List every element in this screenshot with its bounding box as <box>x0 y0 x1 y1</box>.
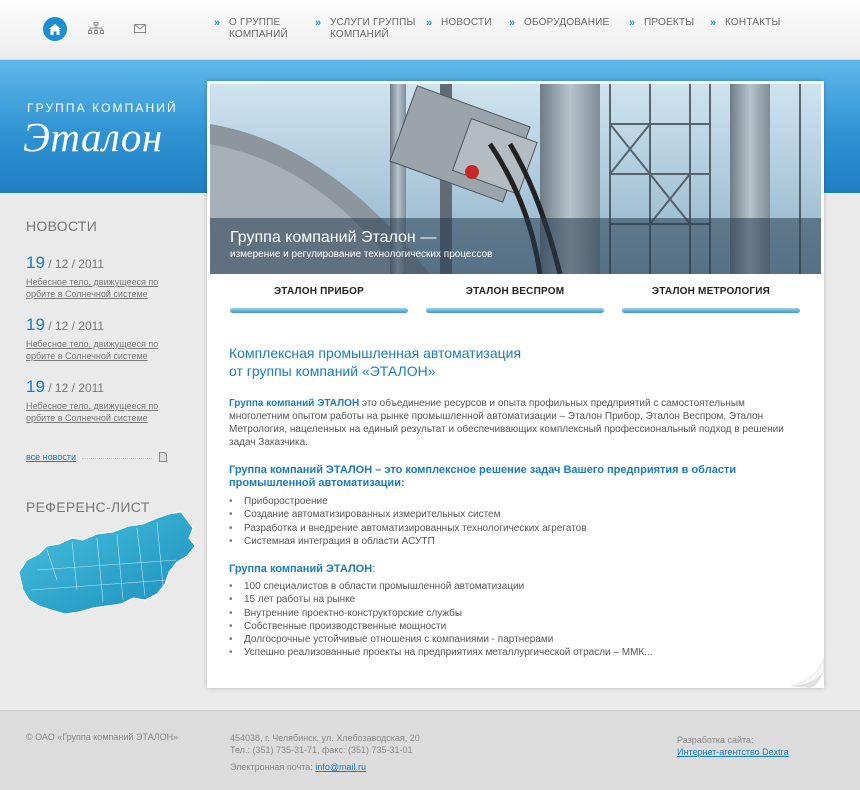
page-curl <box>790 652 825 688</box>
developer-block: Разработка сайта: Интернет-агентство Dex… <box>677 734 789 758</box>
nav-label: ОБОРУДОВАНИЕ <box>524 17 610 28</box>
news-day: 19 <box>26 315 45 334</box>
news-date: 19 / 12 / 2011 <box>26 377 104 397</box>
chevron-right-icon: » <box>214 17 221 29</box>
nav-label: ПРОЕКТЫ <box>644 17 695 28</box>
chevron-right-icon: » <box>315 17 322 29</box>
news-section-title: НОВОСТИ <box>26 218 98 234</box>
chevron-right-icon: » <box>426 17 433 29</box>
news-day: 19 <box>26 377 45 396</box>
nav-label: О ГРУППЕ КОМПАНИЙ <box>229 17 288 40</box>
content-card: Группа компаний Эталон — измерение и рег… <box>207 81 824 688</box>
top-bar: » О ГРУППЕ КОМПАНИЙ » УСЛУГИ ГРУППЫ КОМП… <box>0 0 860 60</box>
logo[interactable]: Эталон <box>23 113 163 161</box>
developer-label: Разработка сайта: <box>677 735 754 745</box>
facts-list: 100 специалистов в области промышленной … <box>229 580 653 660</box>
news-link[interactable]: Небесное тело, движущееся по орбите в Со… <box>26 338 176 362</box>
list-item: Внутренние проектно-конструкторские служ… <box>229 607 653 620</box>
tab-etalon-metrologiya[interactable]: ЭТАЛОН МЕТРОЛОГИЯ <box>622 286 800 316</box>
list-item: Собственные производственные мощности <box>229 620 653 633</box>
list-item: Успешно реализованные проекты на предпри… <box>229 646 653 659</box>
list-item: 100 специалистов в области промышленной … <box>229 580 653 593</box>
list-item: Разработка и внедрение автоматизированны… <box>229 522 587 535</box>
solutions-list: Приборостроение Создание автоматизирован… <box>229 495 587 548</box>
nav-label: УСЛУГИ ГРУППЫ КОМПАНИЙ <box>330 17 416 40</box>
address: 454038, г. Челябинск, ул. Хлебозаводская… <box>230 733 420 743</box>
tab-label: ЭТАЛОН ПРИБОР <box>273 286 364 297</box>
chevron-right-icon: » <box>509 17 516 29</box>
document-icon <box>159 452 167 462</box>
news-date: 19 / 12 / 2011 <box>26 253 104 273</box>
facts-heading-colon: : <box>372 563 376 575</box>
phone: Тел.: (351) 735-31-71, факс: (351) 735-3… <box>230 745 413 755</box>
chevron-right-icon: » <box>629 17 636 29</box>
facts-heading: Группа компаний ЭТАЛОН: <box>229 563 375 576</box>
banner-title: Группа компаний Эталон — <box>230 229 437 246</box>
banner-subtitle: измерение и регулирование технологически… <box>230 249 493 260</box>
list-item: Приборостроение <box>229 495 587 508</box>
solutions-heading: Группа компаний ЭТАЛОН – это комплексное… <box>229 464 737 489</box>
chevron-right-icon: » <box>710 17 717 29</box>
news-month-year: / 12 / 2011 <box>44 257 105 271</box>
intro-paragraph: Группа компаний ЭТАЛОН это объединение р… <box>229 397 804 449</box>
news-date: 19 / 12 / 2011 <box>26 315 104 335</box>
nav-projects[interactable]: » ПРОЕКТЫ <box>629 17 694 29</box>
tab-bar <box>622 308 800 313</box>
news-link[interactable]: Небесное тело, движущееся по орбите в Со… <box>26 276 176 300</box>
news-month-year: / 12 / 2011 <box>44 319 105 333</box>
nav-news[interactable]: » НОВОСТИ <box>426 17 492 29</box>
tab-etalon-pribor[interactable]: ЭТАЛОН ПРИБОР <box>230 286 408 316</box>
tab-etalon-vesprom[interactable]: ЭТАЛОН ВЕСПРОМ <box>426 286 604 316</box>
nav-label: НОВОСТИ <box>441 17 492 28</box>
news-day: 19 <box>26 253 45 272</box>
nav-contacts[interactable]: » КОНТАКТЫ <box>710 17 781 29</box>
tab-label: ЭТАЛОН ВЕСПРОМ <box>465 286 565 297</box>
all-news-link[interactable]: все новости <box>26 452 76 462</box>
nav-services[interactable]: » УСЛУГИ ГРУППЫ КОМПАНИЙ <box>315 17 416 41</box>
email-link[interactable]: info@mail.ru <box>315 762 366 772</box>
news-month-year: / 12 / 2011 <box>44 381 105 395</box>
home-button[interactable] <box>43 17 67 41</box>
nav-equipment[interactable]: » ОБОРУДОВАНИЕ <box>509 17 609 29</box>
facts-heading-bold: Группа компаний ЭТАЛОН <box>229 563 373 575</box>
tab-bar <box>230 308 408 313</box>
russia-map[interactable] <box>17 510 197 618</box>
address-block: 454038, г. Челябинск, ул. Хлебозаводская… <box>230 732 420 756</box>
copyright: © ОАО «Группа компаний ЭТАЛОН» <box>26 732 179 742</box>
footer: © ОАО «Группа компаний ЭТАЛОН» 454038, г… <box>0 710 860 790</box>
list-item: 15 лет работы на рынке <box>229 593 653 606</box>
nav-label: КОНТАКТЫ <box>725 17 781 28</box>
list-item: Создание автоматизированных измерительны… <box>229 508 587 521</box>
tab-label: ЭТАЛОН МЕТРОЛОГИЯ <box>651 286 771 297</box>
email-label: Электронная почта: <box>230 762 316 772</box>
nav-about[interactable]: » О ГРУППЕ КОМПАНИЙ <box>214 17 288 41</box>
home-icon <box>49 23 61 35</box>
list-item: Долгосрочные устойчивые отношения с комп… <box>229 633 653 646</box>
company-name: Группа компаний ЭТАЛОН <box>229 398 360 409</box>
sitemap-icon[interactable] <box>88 22 104 34</box>
tab-bar <box>426 308 604 313</box>
mail-icon[interactable] <box>134 24 146 33</box>
email-block: Электронная почта: info@mail.ru <box>230 762 366 772</box>
list-item: Системная интеграция в области АСУТП <box>229 535 587 548</box>
main-heading: Комплексная промышленная автоматизация о… <box>229 345 522 379</box>
divider <box>82 458 152 459</box>
developer-link[interactable]: Интернет-агентство Dextra <box>677 747 789 757</box>
news-link[interactable]: Небесное тело, движущееся по орбите в Со… <box>26 400 176 424</box>
